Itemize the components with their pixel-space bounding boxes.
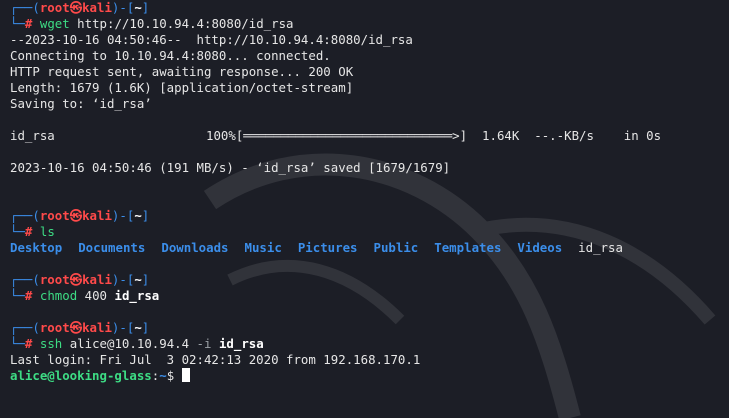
list-item: id_rsa <box>578 240 623 255</box>
ls-output: Desktop Documents Downloads Music Pictures Pu… <box>10 240 725 256</box>
list-item: Desktop <box>10 240 63 255</box>
terminal-output[interactable]: ┌──(root㉿kali)-[~] └─# wget http://10.10… <box>10 0 725 384</box>
output-line: HTTP request sent, awaiting response... … <box>10 64 354 79</box>
output-line: Saving to: ‘id_rsa’ <box>10 96 152 111</box>
output-line: Connecting to 10.10.94.4:8080... connect… <box>10 48 331 63</box>
list-item: Pictures <box>297 240 358 255</box>
output-line: Length: 1679 (1.6K) [application/octet-s… <box>10 80 354 95</box>
command-name: wget <box>39 16 70 31</box>
command-line: └─# chmod 400 id_rsa <box>10 288 160 303</box>
list-item: Music <box>244 240 282 255</box>
command-name: ssh <box>39 336 63 351</box>
prompt-line: ┌──(root㉿kali)-[~] <box>10 272 150 287</box>
list-item: Videos <box>517 240 563 255</box>
remote-prompt-line[interactable]: alice@looking-glass:~$ <box>10 368 725 384</box>
progress-line: id_rsa 100%[════════════════════════════>… <box>10 128 662 143</box>
output-line: Last login: Fri Jul 3 02:42:13 2020 from… <box>10 352 421 367</box>
command-name: ls <box>39 224 55 239</box>
output-line: 2023-10-16 04:50:46 (191 MB/s) - ‘id_rsa… <box>10 160 451 175</box>
cursor <box>181 368 190 382</box>
prompt-line: ┌──(root㉿kali)-[~] <box>10 0 150 15</box>
list-item: Templates <box>434 240 502 255</box>
command-line: └─# ls <box>10 224 55 239</box>
list-item: Public <box>373 240 419 255</box>
command-line: └─# ssh alice@10.10.94.4 -i id_rsa <box>10 336 264 351</box>
output-line: --2023-10-16 04:50:46-- http://10.10.94.… <box>10 32 413 47</box>
progress-bar: [════════════════════════════>] <box>235 128 468 143</box>
prompt-line: ┌──(root㉿kali)-[~] <box>10 208 150 223</box>
command-line: └─# wget http://10.10.94.4:8080/id_rsa <box>10 16 294 31</box>
command-name: chmod <box>39 288 78 303</box>
list-item: Downloads <box>161 240 229 255</box>
prompt-line: ┌──(root㉿kali)-[~] <box>10 320 150 335</box>
list-item: Documents <box>78 240 146 255</box>
